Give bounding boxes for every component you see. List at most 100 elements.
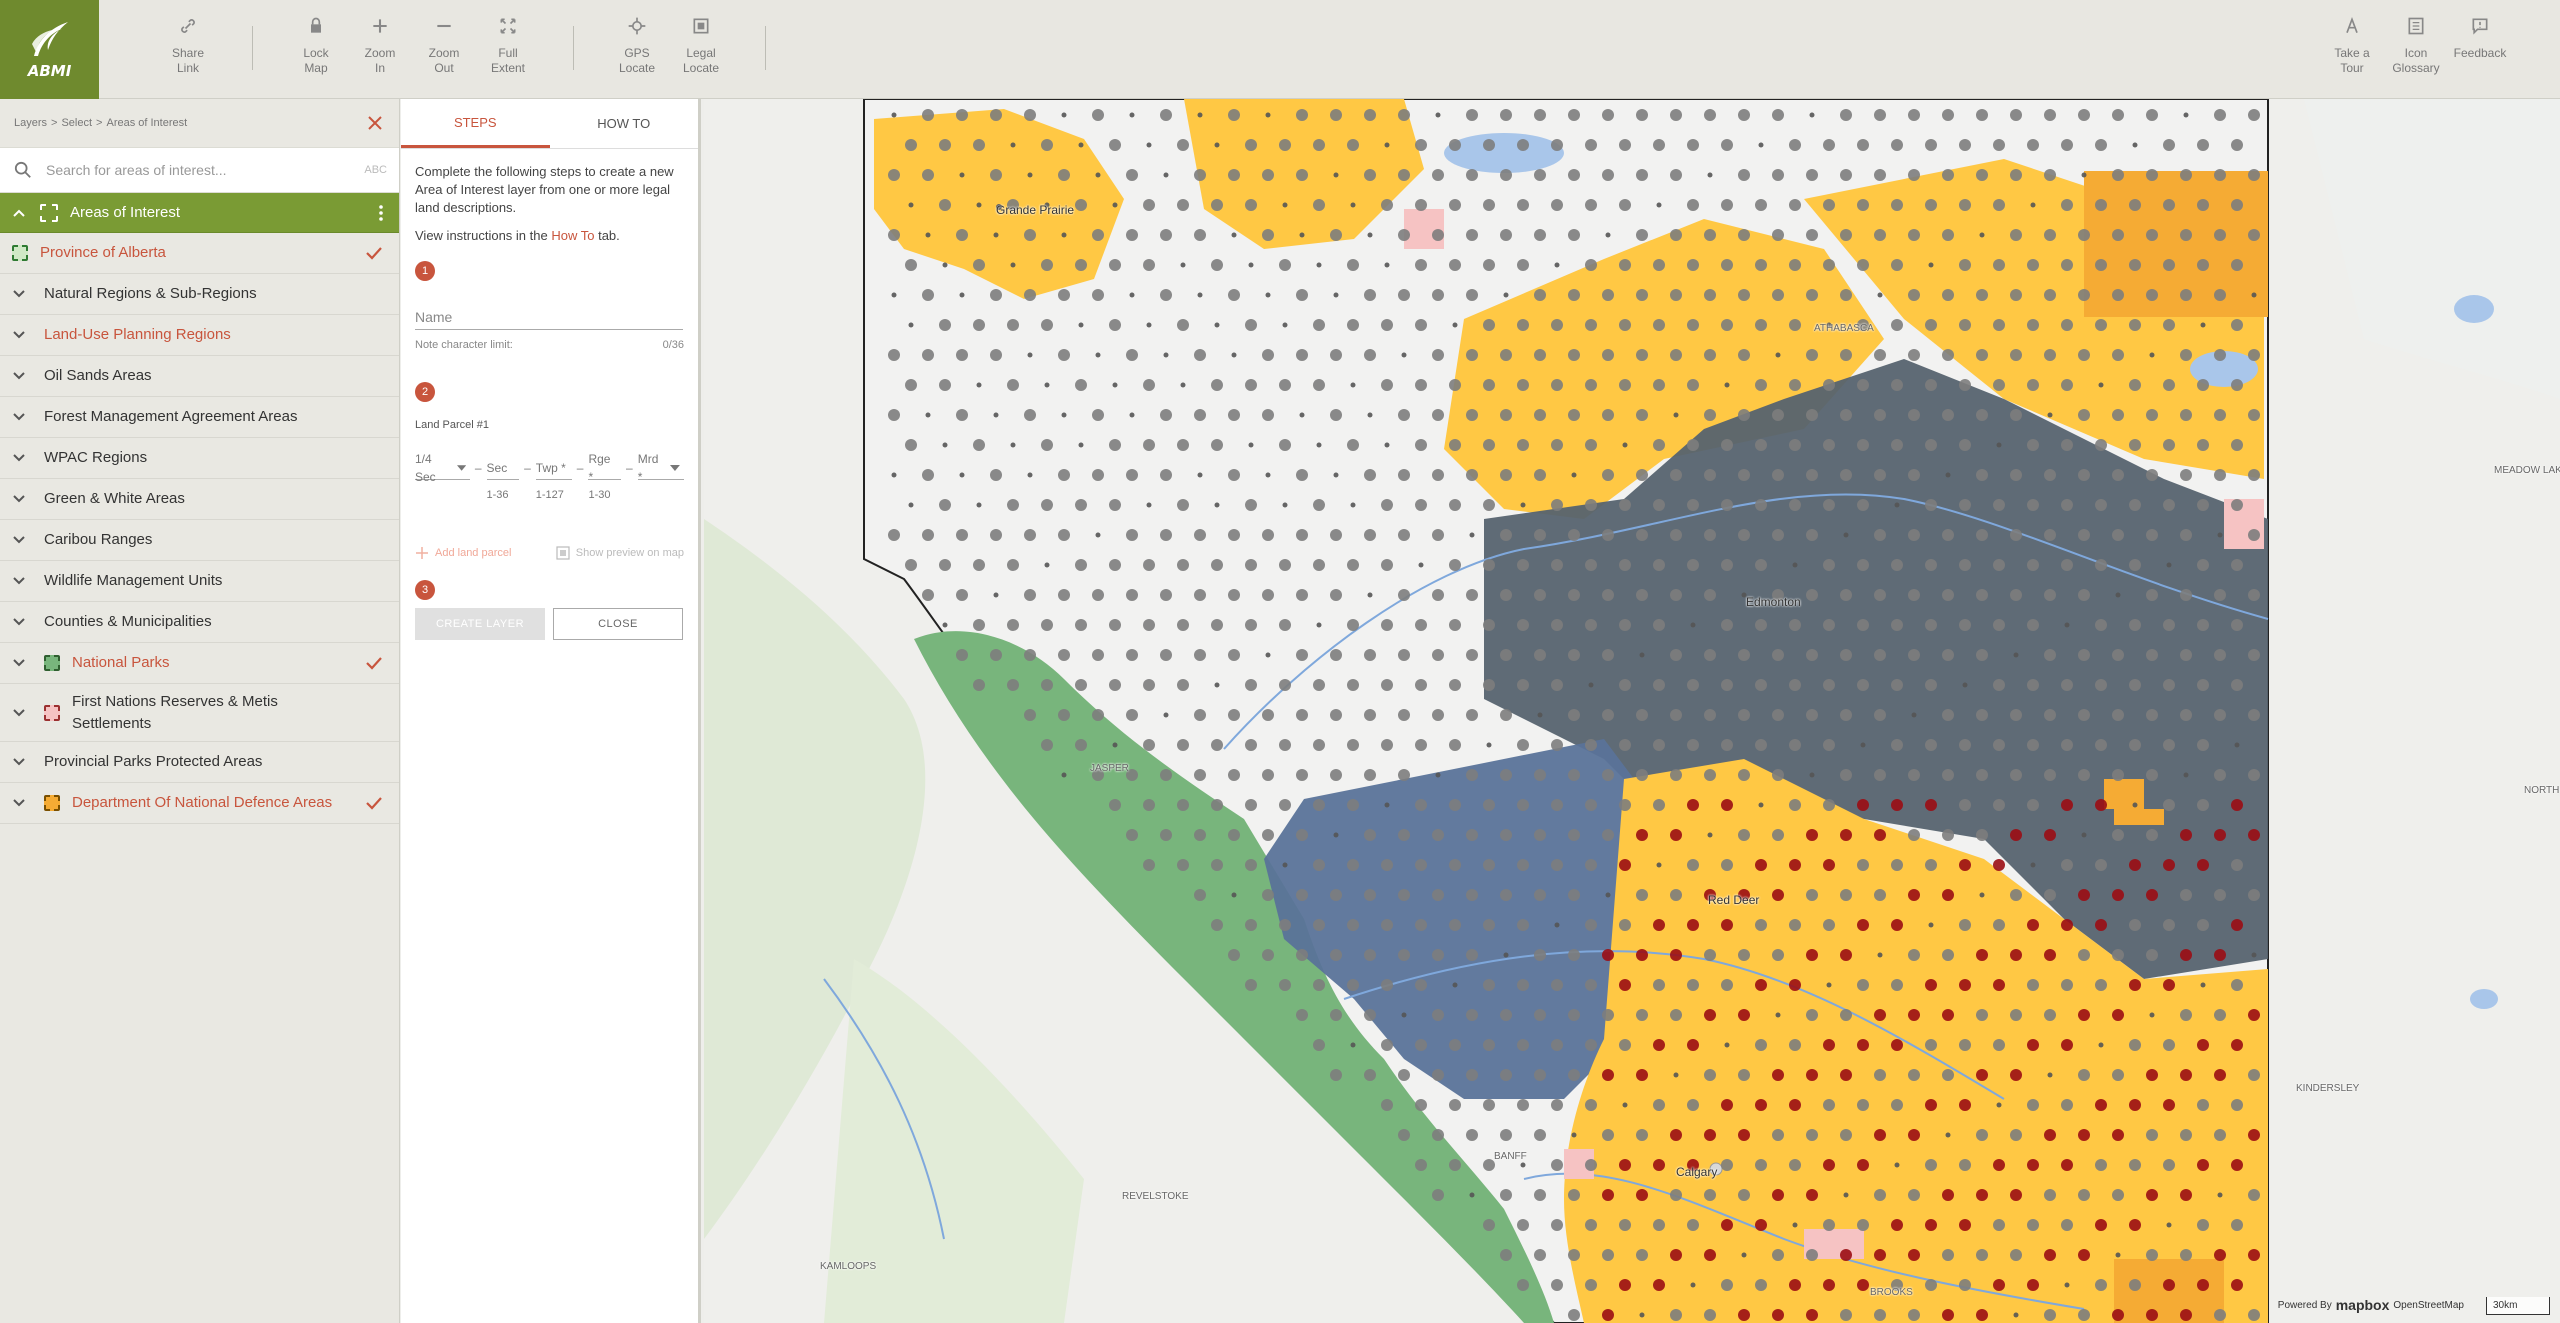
sample-site-dot <box>2010 349 2022 361</box>
sample-site-dot <box>1296 649 1308 661</box>
tab-steps[interactable]: STEPS <box>401 99 550 148</box>
sample-site-dot <box>1010 142 1016 148</box>
sample-site-dot <box>2078 1249 2090 1261</box>
share-link-label: Share Link <box>171 46 205 75</box>
sample-site-dot <box>2095 439 2107 451</box>
sort-abc-button[interactable]: ABC <box>364 164 387 176</box>
sample-site-dot <box>1619 259 1631 271</box>
section-field[interactable]: Sec 1-36 <box>486 456 520 504</box>
sample-site-dot <box>1840 229 1852 241</box>
sample-site-dot <box>2078 529 2090 541</box>
close-icon[interactable] <box>365 113 385 133</box>
sample-site-dot <box>2180 1249 2192 1261</box>
layer-item-counties-municipalities[interactable]: Counties & Municipalities <box>0 602 399 643</box>
sample-site-dot <box>1622 1102 1628 1108</box>
sample-site-dot <box>1945 472 1951 478</box>
close-button[interactable]: CLOSE <box>553 608 683 640</box>
sample-site-dot <box>2010 829 2022 841</box>
sample-site-dot <box>1653 1219 1665 1231</box>
abmi-logo[interactable]: ABMI <box>0 0 99 99</box>
layer-item-wpac-regions[interactable]: WPAC Regions <box>0 438 399 479</box>
take-a-tour-button[interactable]: Take a Tour <box>2320 16 2384 76</box>
sample-site-dot <box>1367 412 1373 418</box>
sample-site-dot <box>1500 889 1512 901</box>
areas-of-interest-header[interactable]: Areas of Interest <box>0 193 399 233</box>
sample-site-dot <box>1296 469 1308 481</box>
search-input[interactable] <box>46 162 346 178</box>
tab-how-to[interactable]: HOW TO <box>550 99 699 148</box>
breadcrumb-layers[interactable]: Layers <box>14 117 47 129</box>
sample-site-dot <box>1721 559 1733 571</box>
layer-item-oil-sands-areas[interactable]: Oil Sands Areas <box>0 356 399 397</box>
show-preview-toggle[interactable]: Show preview on map <box>556 544 684 562</box>
layer-item-land-use-planning-regions[interactable]: Land-Use Planning Regions <box>0 315 399 356</box>
sample-site-dot <box>1789 979 1801 991</box>
sample-site-dot <box>1806 349 1818 361</box>
legal-locate-button[interactable]: Legal Locate <box>669 16 733 76</box>
layer-item-provincial-parks[interactable]: Provincial Parks Protected Areas <box>0 742 399 783</box>
sample-site-dot <box>2078 949 2090 961</box>
layer-label: Provincial Parks Protected Areas <box>44 753 263 770</box>
sample-site-dot <box>2061 859 2073 871</box>
sample-site-dot <box>1296 889 1308 901</box>
mapbox-logo[interactable]: mapbox <box>2336 1297 2390 1313</box>
layer-item-wildlife-management-units[interactable]: Wildlife Management Units <box>0 561 399 602</box>
sample-site-dot <box>1942 229 1954 241</box>
kebab-menu-icon[interactable] <box>379 205 383 221</box>
sample-site-dot <box>2027 619 2039 631</box>
sample-site-dot <box>1585 259 1597 271</box>
name-field[interactable] <box>415 305 683 330</box>
icon-glossary-button[interactable]: Icon Glossary <box>2384 16 2448 76</box>
zoom-in-button[interactable]: Zoom In <box>348 16 412 76</box>
add-land-parcel-button[interactable]: Add land parcel <box>415 544 511 562</box>
sample-site-dot <box>1809 772 1815 778</box>
sample-site-dot <box>2163 1279 2175 1291</box>
sample-site-dot <box>1398 469 1410 481</box>
sample-site-dot <box>2010 1129 2022 1141</box>
sample-site-dot <box>2231 259 2243 271</box>
feedback-button[interactable]: Feedback <box>2448 16 2512 61</box>
layer-item-caribou-ranges[interactable]: Caribou Ranges <box>0 520 399 561</box>
range-field[interactable]: Rge * 1-30 <box>588 452 622 504</box>
layer-item-national-defence-areas[interactable]: Department Of National Defence Areas <box>0 783 399 824</box>
gps-locate-button[interactable]: GPS Locate <box>605 16 669 76</box>
sample-site-dot <box>2146 589 2158 601</box>
sample-site-dot <box>1330 229 1342 241</box>
layer-item-natural-regions[interactable]: Natural Regions & Sub-Regions <box>0 274 399 315</box>
defence-area <box>2084 171 2268 317</box>
full-extent-button[interactable]: Full Extent <box>476 16 540 76</box>
sample-site-dot <box>1024 649 1036 661</box>
layer-item-province-of-alberta[interactable]: Province of Alberta <box>0 233 399 274</box>
sample-site-dot <box>1466 1069 1478 1081</box>
sample-site-dot <box>2217 1192 2223 1198</box>
share-link-button[interactable]: Share Link <box>156 16 220 76</box>
township-field[interactable]: Twp * 1-127 <box>535 456 572 504</box>
sample-site-dot <box>1588 682 1594 688</box>
lock-map-button[interactable]: Lock Map <box>284 16 348 76</box>
layer-item-forest-management-agreement-areas[interactable]: Forest Management Agreement Areas <box>0 397 399 438</box>
attribution-osm[interactable]: OpenStreetMap <box>2393 1300 2464 1311</box>
sample-site-dot <box>1687 199 1699 211</box>
sample-site-dot <box>2146 949 2158 961</box>
sample-site-dot <box>1024 589 1036 601</box>
sample-site-dot <box>1568 649 1580 661</box>
create-layer-button[interactable]: CREATE LAYER <box>415 608 545 640</box>
toolbar-divider <box>252 26 253 70</box>
zoom-out-button[interactable]: Zoom Out <box>412 16 476 76</box>
breadcrumb-select[interactable]: Select <box>61 117 92 129</box>
sample-site-dot <box>1789 439 1801 451</box>
sample-site-dot <box>1551 319 1563 331</box>
meridian-select[interactable]: Mrd * <box>637 452 684 484</box>
map-canvas[interactable]: Grande Prairie ATHABASCA Edmonton Red De… <box>704 99 2560 1323</box>
sample-site-dot <box>1908 1069 1920 1081</box>
quarter-section-select[interactable]: 1/4 Sec <box>415 452 470 484</box>
sample-site-dot <box>1976 829 1988 841</box>
lock-map-label: Lock Map <box>303 46 329 75</box>
how-to-link[interactable]: How To <box>551 228 594 243</box>
sample-site-dot <box>939 319 951 331</box>
layer-item-first-nations-reserves[interactable]: First Nations Reserves & Metis Settlemen… <box>0 684 399 742</box>
sample-site-dot <box>1415 1159 1427 1171</box>
layer-item-green-white-areas[interactable]: Green & White Areas <box>0 479 399 520</box>
layer-item-national-parks[interactable]: National Parks <box>0 643 399 684</box>
sample-site-dot <box>1721 919 1733 931</box>
